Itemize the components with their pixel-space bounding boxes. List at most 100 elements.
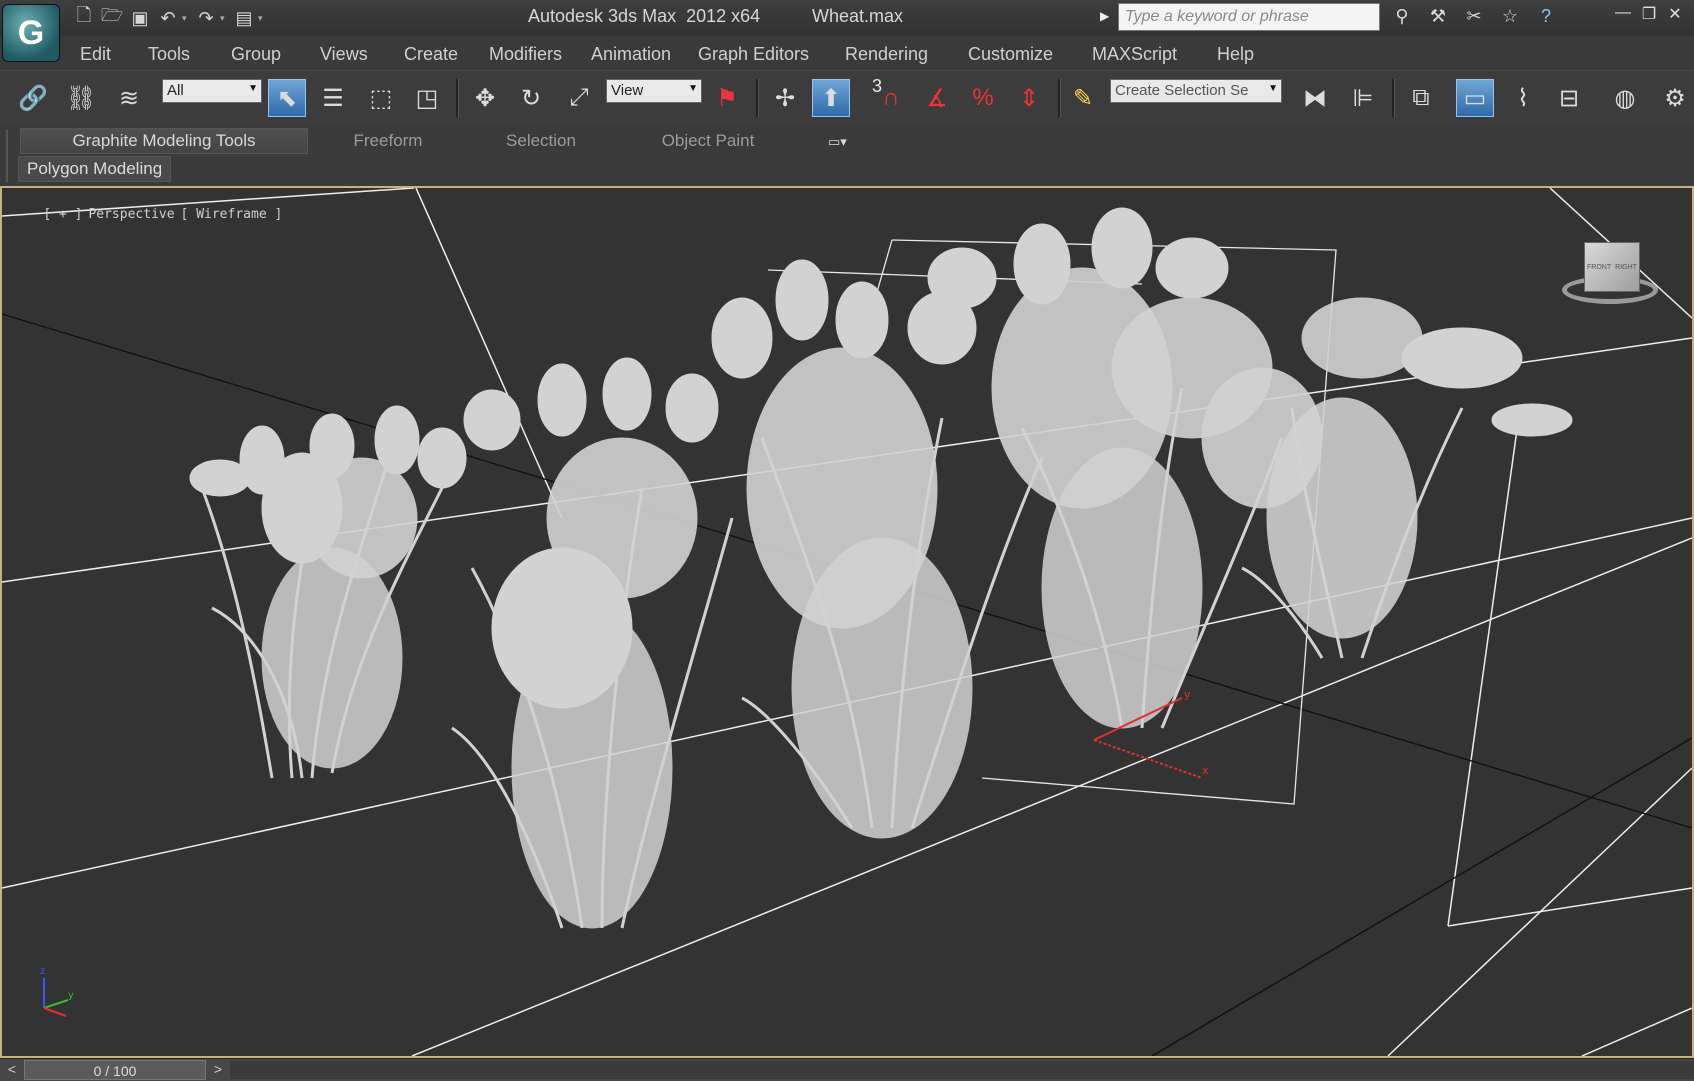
rectangular-selection-icon[interactable]: ⬚	[362, 79, 400, 117]
scene-wireframe: y x	[2, 188, 1692, 1056]
save-icon[interactable]: ▣	[126, 6, 154, 30]
undo-icon[interactable]: ↶	[154, 6, 182, 30]
close-button[interactable]: ✕	[1662, 4, 1688, 24]
graphite-toggle-icon[interactable]: ▭	[1456, 79, 1494, 117]
spinner-snap-icon[interactable]: ⇕	[1010, 79, 1048, 117]
snap-toggle-icon[interactable]: ∩	[872, 79, 910, 117]
menu-views[interactable]: Views	[320, 44, 368, 65]
project-folder-icon[interactable]: ▤	[230, 6, 258, 30]
viewcube-front-face[interactable]: FRONT	[1587, 264, 1611, 271]
subscription-icon[interactable]: ⚒	[1420, 4, 1456, 28]
viewcube-right-face[interactable]: RIGHT	[1615, 264, 1637, 271]
menu-modifiers[interactable]: Modifiers	[489, 44, 562, 65]
time-slider-next-button[interactable]: >	[208, 1061, 228, 1079]
menu-help[interactable]: Help	[1217, 44, 1254, 65]
help-icon[interactable]: ?	[1528, 4, 1564, 28]
menu-customize[interactable]: Customize	[968, 44, 1053, 65]
tab-freeform[interactable]: Freeform	[318, 128, 458, 154]
angle-snap-icon[interactable]: ∡	[918, 79, 956, 117]
align-icon[interactable]: ⊫	[1344, 79, 1382, 117]
rotate-icon[interactable]: ↻	[512, 79, 550, 117]
menu-tools[interactable]: Tools	[148, 44, 190, 65]
viewport-label: [ + ] Perspective [ Wireframe ]	[12, 192, 288, 237]
minimize-button[interactable]: —	[1610, 4, 1636, 24]
menu-graph-editors[interactable]: Graph Editors	[698, 44, 809, 65]
tab-selection[interactable]: Selection	[470, 128, 612, 154]
time-slider-prev-button[interactable]: <	[2, 1061, 22, 1079]
window-crossing-icon[interactable]: ◳	[408, 79, 446, 117]
perspective-viewport[interactable]: [ + ] Perspective [ Wireframe ] y x FRONT…	[0, 186, 1694, 1058]
infocenter-toolbar: ⚲ ⚒ ✂ ☆ ?	[1384, 4, 1564, 28]
move-icon[interactable]: ✥	[466, 79, 504, 117]
menu-edit[interactable]: Edit	[80, 44, 111, 65]
window-controls: — ❐ ✕	[1610, 4, 1688, 24]
wheat-clump	[711, 259, 1044, 839]
wheat-clump	[189, 405, 467, 779]
menu-bar: Edit Tools Group Views Create Modifiers …	[0, 36, 1694, 70]
named-selection-dropdown[interactable]: Create Selection Se ▼	[1110, 79, 1282, 103]
reference-coordinate-dropdown[interactable]: View ▼	[606, 79, 702, 103]
gizmo-x-label: x	[1202, 764, 1209, 777]
viewcube-box[interactable]: FRONT RIGHT	[1584, 242, 1640, 292]
menu-animation[interactable]: Animation	[591, 44, 671, 65]
select-object-icon[interactable]: ⬉	[268, 79, 306, 117]
axis-y-label: y	[68, 990, 74, 1001]
panel-polygon-modeling[interactable]: Polygon Modeling	[18, 156, 172, 182]
viewport-shading[interactable]: [ Wireframe ]	[181, 207, 283, 222]
gizmo-y-label: y	[1184, 688, 1191, 701]
application-button[interactable]: G	[2, 4, 60, 62]
new-file-icon[interactable]: 🗋	[70, 5, 98, 30]
communication-icon[interactable]: ✂	[1456, 4, 1492, 28]
menu-group[interactable]: Group	[231, 44, 281, 65]
use-pivot-icon[interactable]: ⚑	[708, 79, 746, 117]
render-setup-icon[interactable]: ⚙	[1656, 79, 1694, 117]
customize-quick-access-icon[interactable]: ▾	[258, 13, 268, 24]
menu-create[interactable]: Create	[404, 44, 458, 65]
time-slider: < 0 / 100 >	[0, 1058, 1694, 1081]
viewcube[interactable]: FRONT RIGHT	[1558, 242, 1658, 314]
3ds-max-logo-icon: G	[17, 13, 45, 52]
manipulate-icon[interactable]: ✢	[766, 79, 804, 117]
bind-space-warp-icon[interactable]: ≋	[110, 79, 148, 117]
tab-graphite-modeling-tools[interactable]: Graphite Modeling Tools	[20, 128, 308, 154]
redo-icon[interactable]: ↷	[192, 6, 220, 30]
main-toolbar: 🔗 ⛓ ≋ All ▼ ⬉ ☰ ⬚ ◳ ✥ ↻ ⤢ View ▼ ⚑ ✢ ⬆ 3 ∩…	[0, 70, 1694, 126]
toolbar-separator	[1058, 79, 1061, 117]
edit-named-selection-icon[interactable]: ✎	[1064, 79, 1102, 117]
layer-manager-icon[interactable]: ⧉	[1402, 79, 1440, 117]
menu-maxscript[interactable]: MAXScript	[1092, 44, 1177, 65]
material-editor-icon[interactable]: ◍	[1606, 79, 1644, 117]
ribbon-options-icon[interactable]: ▭▾	[828, 134, 847, 150]
expand-search-icon[interactable]: ▶	[1100, 9, 1109, 23]
ribbon: Graphite Modeling Tools Freeform Selecti…	[0, 124, 1694, 187]
named-selection-value: Create Selection Se	[1115, 82, 1249, 99]
viewport-point-of-view[interactable]: Perspective	[88, 207, 174, 222]
schematic-view-icon[interactable]: ⊟	[1550, 79, 1588, 117]
viewport-menu[interactable]: [ + ]	[43, 207, 82, 222]
tab-object-paint[interactable]: Object Paint	[630, 128, 786, 154]
scale-icon[interactable]: ⤢	[560, 79, 598, 117]
binoculars-icon[interactable]: ⚲	[1384, 4, 1420, 28]
world-axis-tripod: z y	[38, 960, 88, 1020]
favorites-star-icon[interactable]: ☆	[1492, 4, 1528, 28]
link-icon[interactable]: 🔗	[14, 79, 52, 117]
keyboard-shortcut-override-icon[interactable]: ⬆	[812, 79, 850, 117]
redo-dropdown-icon[interactable]: ▾	[220, 13, 230, 24]
open-file-icon[interactable]: 🗁	[98, 5, 126, 30]
title-bar: G 🗋 🗁 ▣ ↶ ▾ ↷ ▾ ▤ ▾ Autodesk 3ds Max 201…	[0, 0, 1694, 62]
mirror-icon[interactable]: ⧓	[1296, 79, 1334, 117]
percent-snap-icon[interactable]: %	[964, 79, 1002, 117]
curve-editor-icon[interactable]: ⌇	[1504, 79, 1542, 117]
unlink-icon[interactable]: ⛓	[62, 79, 100, 117]
select-by-name-icon[interactable]: ☰	[314, 79, 352, 117]
app-title: Autodesk 3ds Max 2012 x64	[528, 6, 761, 26]
time-slider-thumb[interactable]: 0 / 100	[24, 1060, 206, 1080]
menu-rendering[interactable]: Rendering	[845, 44, 928, 65]
time-slider-track[interactable]	[230, 1061, 1694, 1079]
search-input[interactable]: Type a keyword or phrase	[1118, 3, 1380, 31]
restore-button[interactable]: ❐	[1636, 4, 1662, 24]
axis-z-label: z	[40, 966, 45, 977]
selection-filter-dropdown[interactable]: All ▼	[162, 79, 262, 103]
ribbon-grip[interactable]	[6, 130, 13, 182]
undo-dropdown-icon[interactable]: ▾	[182, 13, 192, 24]
